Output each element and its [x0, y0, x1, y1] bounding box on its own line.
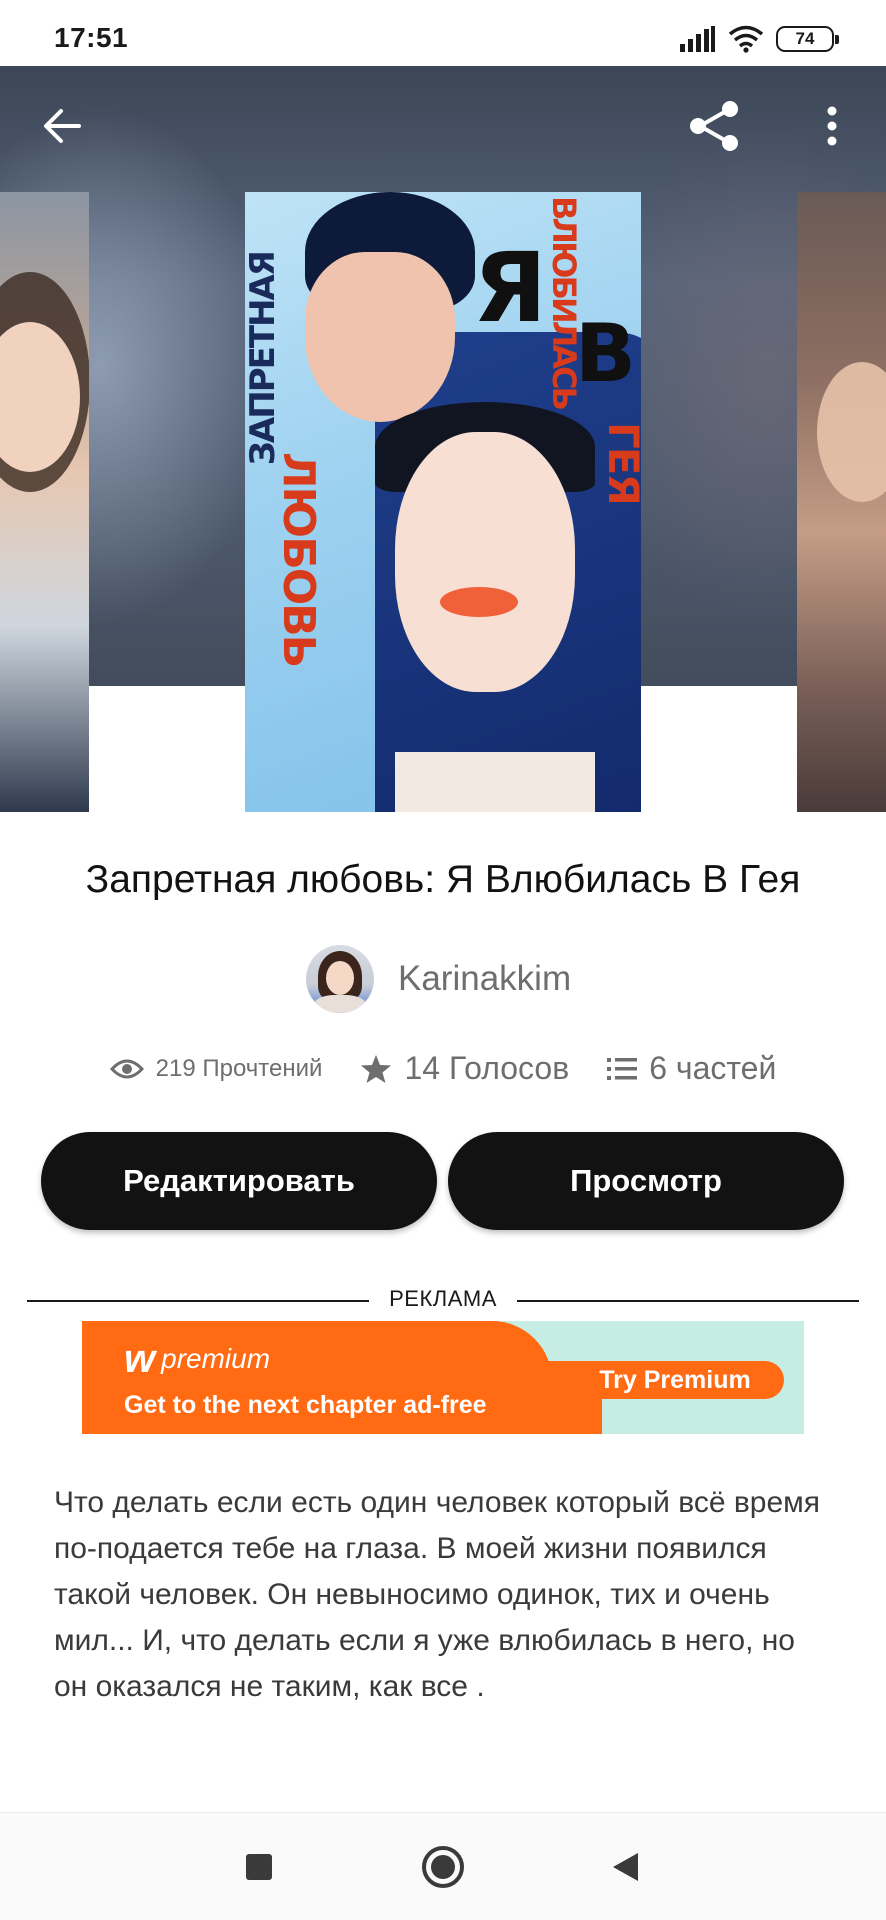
cover-letter-v: В [575, 307, 636, 400]
cover-letter-ya: Я [473, 232, 547, 344]
author-link[interactable]: Karinakkim [306, 944, 571, 1014]
cover-title-vertical-1: ЗАПРЕТНАЯ [245, 252, 283, 466]
ad-separator: РЕКЛАМА [27, 1286, 859, 1316]
share-icon [690, 101, 738, 151]
ad-banner[interactable]: w premium Get to the next chapter ad-fre… [82, 1321, 804, 1434]
view-button[interactable]: Просмотр [448, 1132, 844, 1230]
system-nav-bar [0, 1812, 886, 1920]
star-icon [361, 1054, 392, 1083]
cover-previous[interactable] [0, 192, 89, 812]
share-button[interactable] [682, 94, 746, 158]
circle-icon [422, 1846, 464, 1888]
story-title: Запретная любовь: Я Влюбилась В Гея [85, 858, 801, 901]
signal-icon [680, 26, 715, 52]
nav-recent-button[interactable] [229, 1837, 289, 1897]
back-arrow-icon [44, 109, 81, 143]
triangle-back-icon [613, 1853, 638, 1881]
story-stats: 219 Прочтений 14 Голосов 6 частей [0, 1050, 886, 1087]
parts-count: 6 частей [649, 1050, 777, 1086]
ad-logo-letter: w [124, 1337, 156, 1381]
more-options-button[interactable] [800, 94, 864, 158]
edit-button[interactable]: Редактировать [41, 1132, 437, 1230]
ad-cta-button[interactable]: Try Premium [566, 1361, 784, 1399]
wifi-icon [728, 25, 764, 53]
cover-next[interactable] [797, 192, 886, 812]
avatar [306, 945, 374, 1013]
back-button[interactable] [30, 94, 94, 158]
cover-word-geya: ГЕЯ [599, 422, 641, 504]
status-icons: 74 [680, 24, 839, 54]
battery-indicator: 74 [776, 26, 839, 52]
reads-stat: 219 Прочтений [109, 1054, 323, 1083]
votes-stat: 14 Голосов [360, 1050, 569, 1087]
parts-stat: 6 частей [607, 1050, 776, 1087]
battery-level: 74 [795, 29, 815, 48]
cover-title-vertical-2: ЛЮБОВЬ [273, 452, 324, 667]
status-time: 17:51 [54, 22, 129, 53]
status-bar: 17:51 74 [0, 0, 886, 66]
eye-icon [109, 1059, 144, 1078]
ad-tagline: Get to the next chapter ad-free [124, 1391, 487, 1419]
list-icon [607, 1057, 638, 1080]
author-name: Karinakkim [398, 959, 572, 998]
nav-back-button[interactable] [595, 1837, 655, 1897]
votes-count: 14 Голосов [404, 1050, 570, 1086]
ad-logo: w premium [124, 1339, 270, 1379]
ad-logo-text: premium [161, 1343, 271, 1374]
reads-count: 219 Прочтений [155, 1054, 323, 1082]
story-description: Что делать если есть один человек которы… [54, 1486, 821, 1703]
square-icon [246, 1854, 272, 1880]
more-vertical-icon [827, 106, 837, 146]
ad-label: РЕКЛАМА [389, 1286, 497, 1311]
nav-home-button[interactable] [413, 1837, 473, 1897]
cover-word-vlyubilas: ВЛЮБИЛАСЬ [545, 196, 583, 408]
story-cover[interactable]: ЗАПРЕТНАЯ ЛЮБОВЬ Я В ВЛЮБИЛАСЬ ГЕЯ [245, 192, 641, 812]
